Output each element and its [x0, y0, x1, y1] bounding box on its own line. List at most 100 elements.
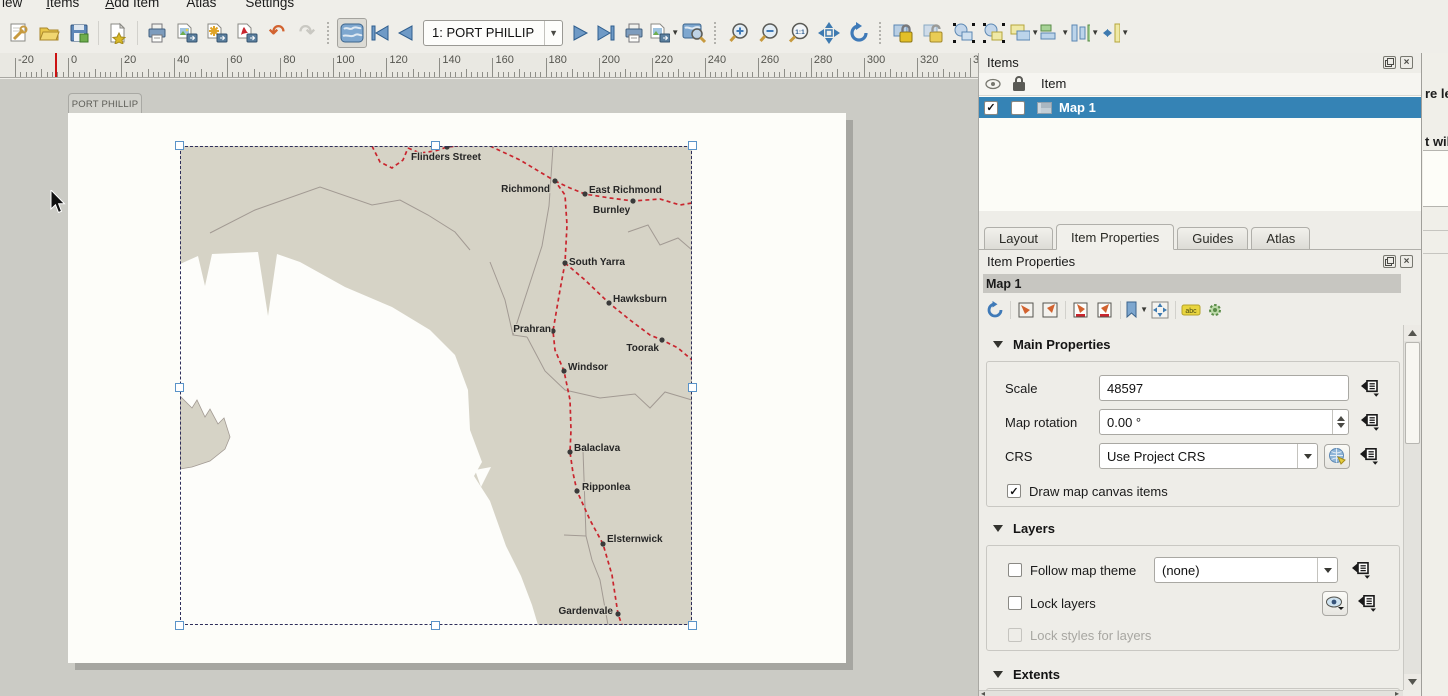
selection-handle[interactable] — [175, 621, 184, 630]
menu-add-item[interactable]: Add Item — [105, 0, 159, 10]
set-map-extent-to-canvas-icon[interactable] — [1014, 299, 1038, 321]
labeling-settings-icon[interactable]: abc — [1179, 299, 1203, 321]
atlas-last-feature-icon[interactable] — [593, 18, 619, 48]
items-row-map1[interactable]: ✓ Map 1 — [979, 97, 1422, 118]
scroll-down-icon[interactable] — [1404, 674, 1421, 690]
clipping-settings-icon[interactable] — [1203, 299, 1227, 321]
chevron-down-icon: ▼ — [1140, 305, 1148, 314]
selection-handle[interactable] — [688, 383, 697, 392]
selection-handle[interactable] — [175, 383, 184, 392]
unlock-items-icon[interactable] — [919, 18, 949, 48]
new-from-template-icon[interactable] — [103, 18, 133, 48]
raise-items-icon[interactable]: ▼ — [1009, 18, 1039, 48]
zoom-out-icon[interactable] — [754, 18, 784, 48]
select-crs-globe-icon[interactable] — [1324, 444, 1350, 469]
print-layout-icon[interactable] — [142, 18, 172, 48]
map-theme-combobox[interactable]: (none) — [1154, 557, 1338, 583]
visibility-presets-eye-icon[interactable] — [1322, 591, 1348, 616]
save-project-icon[interactable] — [64, 18, 94, 48]
view-extent-in-canvas-icon[interactable] — [1038, 299, 1062, 321]
atlas-feature-combobox[interactable]: 1: PORT PHILLIP ▼ — [423, 20, 563, 46]
selection-handle[interactable] — [688, 141, 697, 150]
view-scale-in-canvas-icon[interactable] — [1093, 299, 1117, 321]
undock-icon[interactable] — [1383, 56, 1396, 69]
layout-canvas[interactable]: PORT PHILLIP Flinders StreetRichmondEast… — [0, 79, 978, 696]
export-image-icon[interactable] — [172, 18, 202, 48]
close-icon[interactable]: × — [1400, 255, 1413, 268]
scroll-up-icon[interactable] — [1404, 325, 1421, 341]
crs-combobox[interactable]: Use Project CRS — [1099, 443, 1318, 469]
menu-iew[interactable]: iew — [2, 0, 22, 10]
data-defined-override-icon[interactable] — [1358, 446, 1380, 466]
menu-items[interactable]: Items — [46, 0, 79, 10]
set-map-scale-to-canvas-icon[interactable] — [1069, 299, 1093, 321]
follow-map-theme-checkbox[interactable] — [1008, 563, 1022, 577]
zoom-actual-icon[interactable]: 1:1 — [784, 18, 814, 48]
atlas-next-feature-icon[interactable] — [567, 18, 593, 48]
zoom-actual-label: 1:1 — [795, 29, 805, 36]
resize-items-icon[interactable]: ▼ — [1099, 18, 1129, 48]
undock-icon[interactable] — [1383, 255, 1396, 268]
selection-handle[interactable] — [175, 141, 184, 150]
layers-header[interactable]: Layers — [979, 521, 1055, 536]
export-atlas-icon[interactable]: ▼ — [649, 18, 679, 48]
data-defined-override-icon[interactable] — [1359, 378, 1381, 398]
tab-item-properties[interactable]: Item Properties — [1056, 224, 1174, 250]
atlas-preview-icon[interactable] — [337, 18, 367, 48]
move-map-content-icon[interactable] — [1148, 299, 1172, 321]
bookmark-icon[interactable]: ▼ — [1124, 299, 1148, 321]
tab-layout[interactable]: Layout — [984, 227, 1053, 249]
main-properties-header[interactable]: Main Properties — [979, 337, 1111, 352]
map-item[interactable]: Flinders StreetRichmondEast RichmondBurn… — [180, 146, 692, 625]
horizontal-scrollbar[interactable]: ◂ ▸ — [979, 690, 1403, 696]
ungroup-items-icon[interactable] — [979, 18, 1009, 48]
selection-handle[interactable] — [688, 621, 697, 630]
update-map-preview-icon[interactable] — [983, 299, 1007, 321]
align-items-icon[interactable]: ▼ — [1039, 18, 1069, 48]
scroll-right-icon[interactable]: ▸ — [1395, 691, 1399, 696]
distribute-items-icon[interactable]: ▼ — [1069, 18, 1099, 48]
zoom-in-icon[interactable] — [724, 18, 754, 48]
draw-map-canvas-items-checkbox[interactable]: ✓ — [1007, 484, 1021, 498]
ruler-tick — [466, 69, 467, 77]
spinbox-arrows[interactable] — [1332, 410, 1348, 434]
items-list[interactable]: ✓ Map 1 — [979, 96, 1422, 211]
selection-handle[interactable] — [431, 621, 440, 630]
lock-items-icon[interactable] — [889, 18, 919, 48]
chevron-down-icon[interactable]: ▼ — [544, 21, 562, 45]
tab-guides[interactable]: Guides — [1177, 227, 1248, 249]
scroll-left-icon[interactable]: ◂ — [981, 691, 985, 696]
atlas-settings-icon[interactable] — [679, 18, 709, 48]
zoom-full-icon[interactable] — [814, 18, 844, 48]
menu-atlas[interactable]: Atlas — [186, 0, 216, 10]
layout-settings-icon[interactable] — [4, 18, 34, 48]
data-defined-override-icon[interactable] — [1350, 560, 1372, 580]
data-defined-override-icon[interactable] — [1359, 412, 1381, 432]
ruler-tick — [673, 72, 674, 77]
ruler-tick — [89, 72, 90, 77]
lock-layers-checkbox[interactable] — [1008, 596, 1022, 610]
print-atlas-icon[interactable] — [619, 18, 649, 48]
refresh-icon[interactable] — [844, 18, 874, 48]
atlas-previous-feature-icon[interactable] — [393, 18, 419, 48]
vertical-scrollbar[interactable] — [1403, 325, 1421, 690]
lock-checkbox[interactable] — [1011, 101, 1025, 115]
menu-settings[interactable]: Settings — [245, 0, 294, 10]
visibility-checkbox[interactable]: ✓ — [984, 101, 998, 115]
undo-icon[interactable]: ↶ — [262, 18, 292, 48]
data-defined-override-icon[interactable] — [1356, 593, 1378, 613]
atlas-first-feature-icon[interactable] — [367, 18, 393, 48]
extents-header[interactable]: Extents — [979, 667, 1060, 682]
map-rotation-spinbox[interactable]: 0.00 ° — [1099, 409, 1349, 435]
export-pdf-icon[interactable] — [232, 18, 262, 48]
close-icon[interactable]: × — [1400, 56, 1413, 69]
scale-input[interactable]: 48597 — [1099, 375, 1349, 401]
export-svg-icon[interactable] — [202, 18, 232, 48]
tab-atlas[interactable]: Atlas — [1251, 227, 1310, 249]
selection-handle[interactable] — [431, 141, 440, 150]
scrollbar-thumb[interactable] — [1405, 342, 1420, 444]
layout-page[interactable]: Flinders StreetRichmondEast RichmondBurn… — [68, 113, 846, 663]
group-items-icon[interactable] — [949, 18, 979, 48]
redo-icon[interactable]: ↷ — [292, 18, 322, 48]
open-layout-icon[interactable] — [34, 18, 64, 48]
